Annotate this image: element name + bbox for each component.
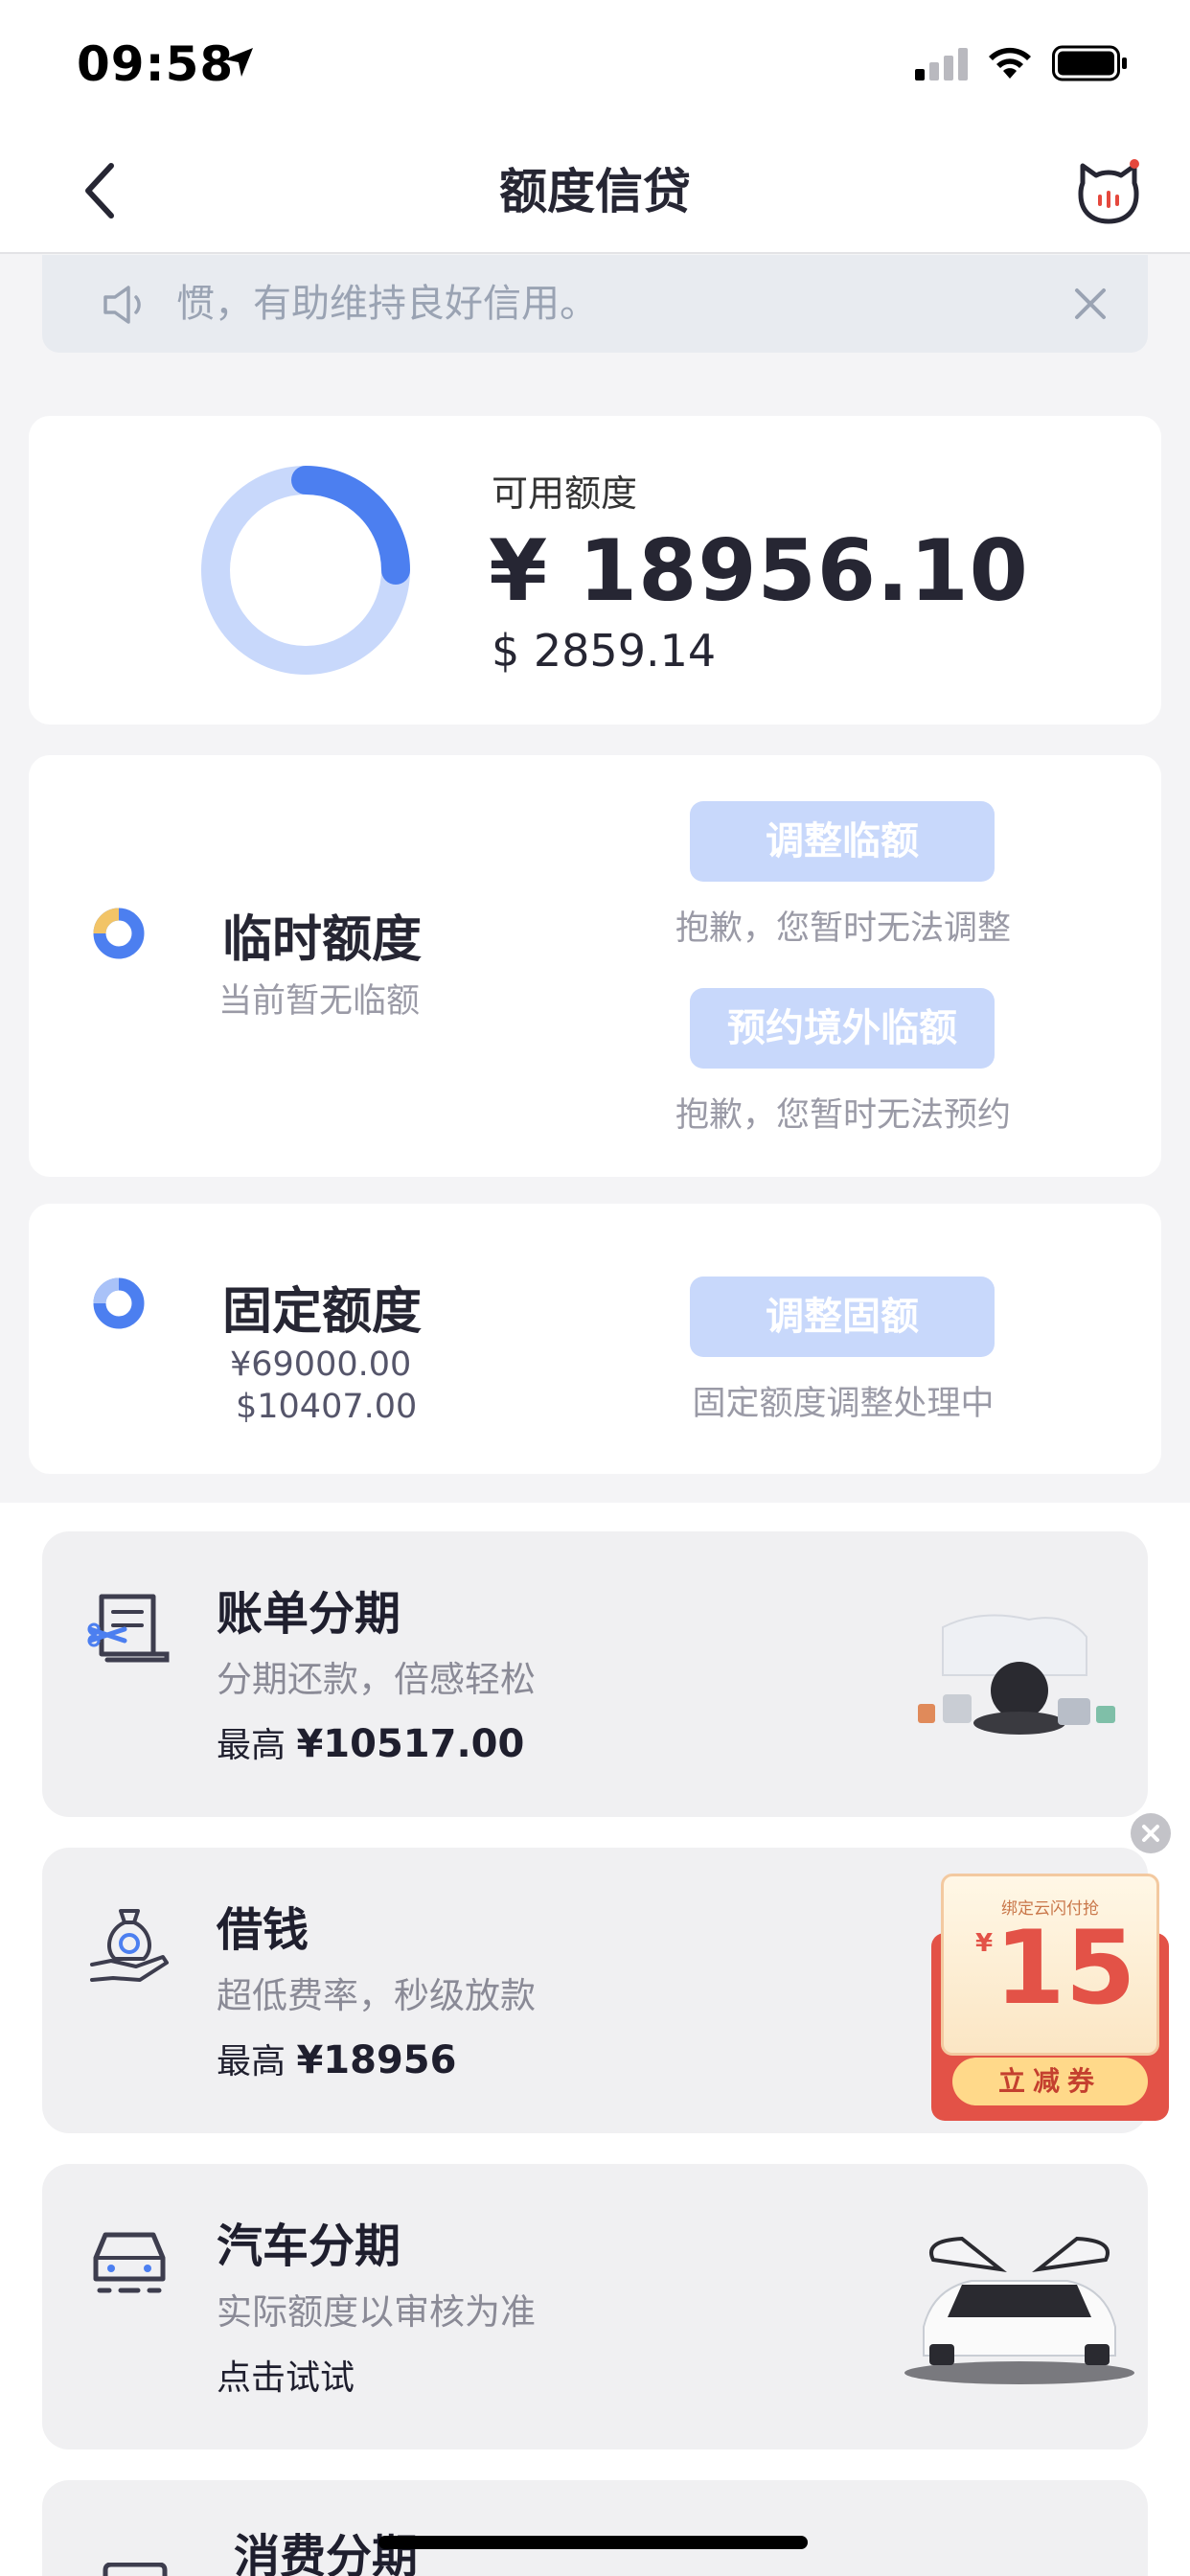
service-title: 汽车分期	[217, 2220, 401, 2273]
adjust-temp-limit-button[interactable]: 调整临额	[690, 801, 995, 882]
reserve-overseas-limit-button[interactable]: 预约境外临额	[690, 988, 995, 1069]
temp-limit-pie-icon	[93, 908, 145, 959]
fixed-limit-note: 固定额度调整处理中	[692, 1385, 995, 1423]
notice-banner: 惯，有助维持良好信用。	[42, 255, 1148, 353]
status-time: 09:58	[77, 36, 235, 92]
consumer-installment-icon	[103, 2563, 168, 2576]
car-icon	[93, 2232, 166, 2293]
available-limit-cny: ¥ 18956.10	[489, 521, 1029, 620]
coupon-label: 立减券	[952, 2058, 1148, 2105]
close-icon	[1142, 1825, 1159, 1842]
service-max-amount: 最高 ¥10517.00	[217, 1717, 524, 1767]
car-illustration	[904, 2236, 1134, 2384]
service-max-amount: 最高 ¥18956	[217, 2034, 456, 2083]
service-sub: 超低费率，秒级放款	[217, 1975, 536, 2016]
max-prefix: 最高	[217, 2042, 286, 2082]
back-arrow-icon[interactable]	[77, 160, 125, 221]
max-prefix: 最高	[217, 1726, 286, 1765]
available-limit-usd: $ 2859.14	[492, 625, 717, 677]
temp-limit-card: 临时额度 当前暂无临额 调整临额 抱歉，您暂时无法调整 预约境外临额 抱歉，您暂…	[29, 755, 1161, 1177]
service-title: 借钱	[217, 1903, 309, 1957]
coupon-amount: 15	[995, 1909, 1136, 2027]
location-arrow-icon	[224, 48, 253, 77]
kitchenware-illustration	[918, 1614, 1115, 1735]
fixed-limit-usd: $10407.00	[236, 1388, 418, 1426]
coupon-badge[interactable]: 绑定云闪付抢 ¥ 15 立减券	[931, 1874, 1169, 2121]
coupon-currency: ¥	[975, 1929, 994, 1958]
service-title: 账单分期	[217, 1587, 401, 1641]
service-bill-installment[interactable]: 账单分期 分期还款，倍感轻松 最高 ¥10517.00	[42, 1531, 1148, 1817]
close-icon[interactable]	[1073, 287, 1108, 321]
temp-limit-sub: 当前暂无临额	[218, 982, 421, 1021]
reserve-overseas-limit-note: 抱歉，您暂时无法预约	[675, 1096, 1011, 1135]
status-bar: 09:58	[0, 0, 1190, 129]
home-indicator	[378, 2536, 808, 2549]
available-limit-card: 可用额度 ¥ 18956.10 $ 2859.14	[29, 416, 1161, 724]
service-consumer-installment[interactable]: 消费分期	[42, 2480, 1148, 2576]
coupon-close-button[interactable]	[1131, 1813, 1171, 1853]
adjust-fixed-limit-button[interactable]: 调整固额	[690, 1276, 995, 1357]
service-sub: 实际额度以审核为准	[217, 2291, 536, 2333]
adjust-temp-limit-note: 抱歉，您暂时无法调整	[675, 909, 1011, 948]
service-sub: 分期还款，倍感轻松	[217, 1659, 536, 1700]
signal-icon	[915, 48, 968, 80]
fixed-limit-title: 固定额度	[222, 1283, 423, 1341]
customer-service-cat-icon[interactable]	[1075, 158, 1142, 225]
max-value: ¥18956	[296, 2038, 457, 2082]
fixed-limit-pie-icon	[93, 1277, 145, 1329]
ring-progress	[291, 466, 410, 585]
available-limit-label: 可用额度	[492, 472, 638, 515]
max-value: ¥10517.00	[296, 1722, 525, 1766]
nav-bar: 额度信贷	[0, 129, 1190, 254]
money-bag-hand-icon	[90, 1909, 169, 1982]
available-limit-ring	[201, 466, 410, 675]
notice-text: 惯，有助维持良好信用。	[176, 282, 598, 326]
temp-limit-title: 临时额度	[222, 911, 423, 969]
service-try-link[interactable]: 点击试试	[217, 2350, 355, 2400]
bill-installment-icon	[87, 1594, 170, 1663]
battery-icon	[1052, 45, 1127, 81]
fixed-limit-card: 固定额度 ¥69000.00 $10407.00 调整固额 固定额度调整处理中	[29, 1204, 1161, 1474]
service-car-installment[interactable]: 汽车分期 实际额度以审核为准 点击试试	[42, 2164, 1148, 2450]
speaker-icon	[103, 286, 141, 324]
wifi-icon	[989, 47, 1031, 79]
fixed-limit-cny: ¥69000.00	[230, 1346, 412, 1384]
page-title: 额度信贷	[499, 164, 691, 219]
